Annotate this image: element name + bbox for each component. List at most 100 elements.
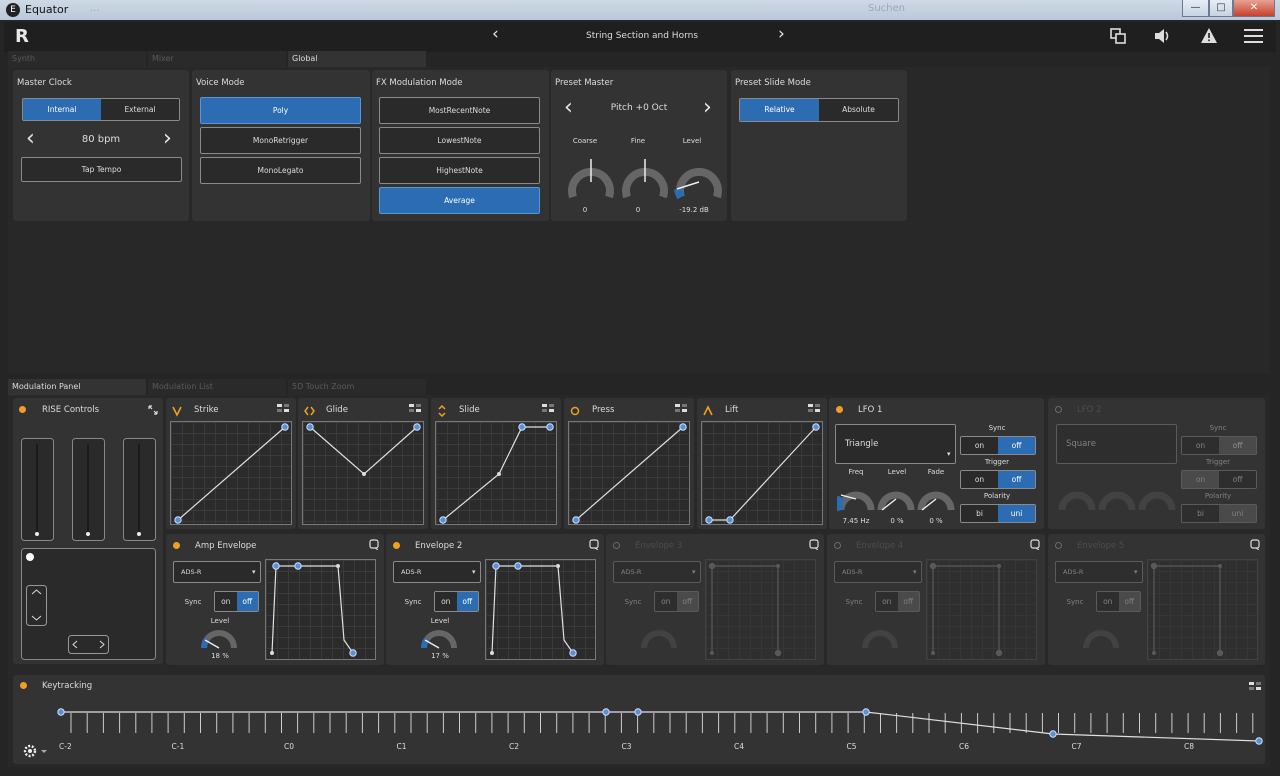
tab-modulation-panel[interactable]: Modulation Panel <box>8 379 146 395</box>
env-mode-dropdown[interactable]: ADS-R <box>173 561 261 583</box>
tab-global[interactable]: Global <box>288 51 426 67</box>
loop-icon[interactable] <box>809 539 820 550</box>
relative-button[interactable]: Relative <box>740 99 819 121</box>
env-sync-off[interactable]: off <box>236 592 258 611</box>
envelope-graph[interactable] <box>485 559 596 660</box>
env-mode-dropdown[interactable]: ADS-R <box>613 561 701 583</box>
tab-synth[interactable]: Synth <box>8 51 146 67</box>
lfo1-trigger-off[interactable]: off <box>998 471 1035 488</box>
envelope-indicator <box>173 542 180 549</box>
env-level-knob[interactable] <box>640 628 680 650</box>
grid-icon[interactable] <box>277 404 289 413</box>
grid-icon[interactable] <box>542 404 554 413</box>
menu-icon[interactable] <box>1244 28 1264 44</box>
loop-icon[interactable] <box>1250 539 1261 550</box>
highest-note-button[interactable]: HighestNote <box>379 157 540 184</box>
slide-curve-graph[interactable] <box>435 421 557 525</box>
lfo2-sync-on[interactable]: on <box>1182 437 1219 454</box>
mono-retrigger-button[interactable]: MonoRetrigger <box>200 127 361 154</box>
grid-icon[interactable] <box>409 404 421 413</box>
bpm-up-button[interactable]: › <box>163 126 172 151</box>
envelope-graph[interactable] <box>265 559 376 660</box>
press-curve-graph[interactable] <box>568 421 690 525</box>
lfo2-trigger-off[interactable]: off <box>1219 471 1256 488</box>
env-sync-on[interactable]: on <box>435 592 457 611</box>
prev-preset-button[interactable]: ‹ <box>492 24 499 44</box>
env-sync-on[interactable]: on <box>215 592 237 611</box>
lfo1-trigger-on[interactable]: on <box>961 471 998 488</box>
pitch-down-button[interactable]: ‹ <box>564 95 573 120</box>
lfo2-polarity-bi[interactable]: bi <box>1182 505 1219 522</box>
lfo2-polarity-uni[interactable]: uni <box>1219 505 1256 522</box>
pitch-up-button[interactable]: › <box>703 95 712 120</box>
grid-icon[interactable] <box>1249 682 1261 691</box>
glide-curve-graph[interactable] <box>302 421 424 525</box>
lfo1-sync-off[interactable]: off <box>998 437 1035 454</box>
note-label: C2 <box>509 742 520 751</box>
close-button[interactable]: ✕ <box>1233 0 1275 17</box>
window-icon[interactable] <box>1110 28 1126 44</box>
lfo2-sync-off[interactable]: off <box>1219 437 1256 454</box>
search-ghost: Suchen <box>868 3 906 14</box>
lfo2-wave-dropdown[interactable]: Square <box>1056 424 1177 464</box>
poly-button[interactable]: Poly <box>200 97 361 124</box>
absolute-button[interactable]: Absolute <box>819 99 898 121</box>
lfo1-wave-dropdown[interactable]: Triangle <box>835 424 956 464</box>
warning-icon[interactable] <box>1200 27 1218 44</box>
speaker-icon[interactable] <box>1154 28 1172 44</box>
env-sync-off[interactable]: off <box>456 592 478 611</box>
env-sync-off[interactable]: off <box>897 592 919 611</box>
average-button[interactable]: Average <box>379 187 540 214</box>
env-sync-on[interactable]: on <box>655 592 677 611</box>
lowest-note-button[interactable]: LowestNote <box>379 127 540 154</box>
grid-icon[interactable] <box>675 404 687 413</box>
top-bar: R ‹ String Section and Horns › <box>4 22 1276 52</box>
grid-icon[interactable] <box>808 404 820 413</box>
env-level-knob[interactable] <box>861 628 901 650</box>
lfo1-sync-on[interactable]: on <box>961 437 998 454</box>
env-sync-off[interactable]: off <box>676 592 698 611</box>
next-preset-button[interactable]: › <box>778 24 785 44</box>
maximize-button[interactable]: □ <box>1209 0 1233 17</box>
tap-tempo-button[interactable]: Tap Tempo <box>21 157 182 182</box>
internal-button[interactable]: Internal <box>23 99 101 120</box>
lfo1-polarity-uni[interactable]: uni <box>998 505 1035 522</box>
env-sync-off[interactable]: off <box>1118 592 1140 611</box>
env-level-knob[interactable] <box>1082 628 1122 650</box>
env-mode-dropdown[interactable]: ADS-R <box>1055 561 1143 583</box>
lift-curve-graph[interactable] <box>701 421 823 525</box>
env-sync-on[interactable]: on <box>1097 592 1119 611</box>
keytracking-curve[interactable] <box>13 691 1265 745</box>
tab-mixer[interactable]: Mixer <box>148 51 286 67</box>
lfo2-knobs[interactable] <box>1058 480 1180 512</box>
envelope-graph[interactable] <box>1147 559 1258 660</box>
lfo1-knobs[interactable] <box>837 480 959 512</box>
envelope-graph[interactable] <box>705 559 816 660</box>
most-recent-note-button[interactable]: MostRecentNote <box>379 97 540 124</box>
expand-icon[interactable] <box>148 405 158 415</box>
rise-xy-pad[interactable] <box>21 548 157 661</box>
lfo1-polarity-bi[interactable]: bi <box>961 505 998 522</box>
tab-modulation-list[interactable]: Modulation List <box>148 379 286 395</box>
bpm-down-button[interactable]: ‹ <box>26 126 35 151</box>
tab-5d-touch-zoom[interactable]: 5D Touch Zoom <box>288 379 426 395</box>
env-sync-on[interactable]: on <box>876 592 898 611</box>
rise-sliders[interactable] <box>21 438 157 544</box>
envelope-graph[interactable] <box>926 559 1037 660</box>
minimize-button[interactable]: — <box>1182 0 1209 17</box>
preset-knobs[interactable] <box>565 153 729 203</box>
loop-icon[interactable] <box>589 539 600 550</box>
keytracking-panel: Keytracking C-2 C-1 C0 C1 C2 C3 C4 C5 C6 C7 C8 <box>13 675 1265 764</box>
env-level-knob[interactable] <box>200 628 240 650</box>
env-mode-dropdown[interactable]: ADS-R <box>393 561 481 583</box>
settings-gear-icon[interactable] <box>22 743 50 759</box>
mono-legato-button[interactable]: MonoLegato <box>200 157 361 184</box>
external-button[interactable]: External <box>101 99 179 120</box>
env-level-knob[interactable] <box>420 628 460 650</box>
loop-icon[interactable] <box>369 539 380 550</box>
strike-curve-graph[interactable] <box>170 421 292 525</box>
env-mode-dropdown[interactable]: ADS-R <box>834 561 922 583</box>
loop-icon[interactable] <box>1030 539 1041 550</box>
lfo2-trigger-on[interactable]: on <box>1182 471 1219 488</box>
env-point <box>336 564 340 568</box>
